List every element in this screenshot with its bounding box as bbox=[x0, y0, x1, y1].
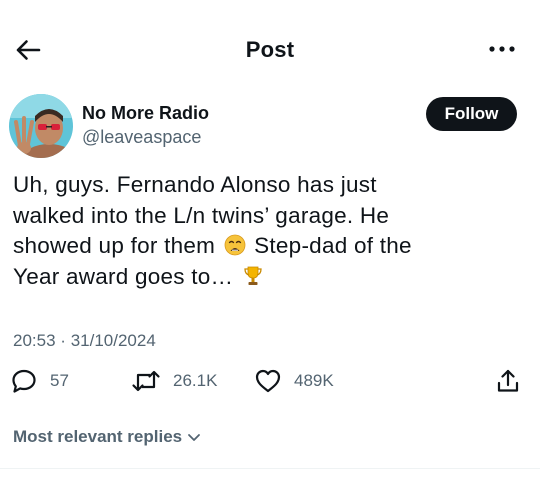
chevron-down-icon bbox=[188, 434, 201, 441]
author-row: No More Radio @leaveaspace Follow bbox=[0, 94, 540, 158]
tweet-line: Year award goes to… bbox=[13, 262, 528, 293]
weary-face-emoji bbox=[224, 234, 246, 256]
tweet-line: walked into the L/n twins’ garage. He bbox=[13, 202, 390, 228]
repost-count: 26.1K bbox=[173, 371, 218, 390]
reply-count: 57 bbox=[50, 371, 69, 390]
avatar[interactable] bbox=[9, 94, 73, 158]
reply-button[interactable]: 57 bbox=[10, 364, 69, 398]
page-title: Post bbox=[245, 37, 295, 62]
display-name[interactable]: No More Radio bbox=[82, 103, 209, 124]
tweet-segment: showed up for them bbox=[13, 233, 216, 258]
tweet-segment: Year award goes to… bbox=[13, 263, 234, 289]
tweet-line: Uh, guys. Fernando Alonso has just bbox=[13, 172, 377, 197]
replies-sort-dropdown[interactable]: Most relevant replies bbox=[13, 427, 203, 447]
repost-icon bbox=[132, 370, 160, 392]
meta-separator: · bbox=[60, 331, 66, 350]
post-header: Post bbox=[0, 0, 540, 100]
tweet-time: 20:53 bbox=[13, 331, 56, 350]
like-count: 489K bbox=[294, 371, 334, 390]
repost-button[interactable]: 26.1K bbox=[131, 364, 217, 398]
more-options-button[interactable] bbox=[484, 36, 520, 62]
divider bbox=[0, 468, 540, 469]
share-icon bbox=[497, 369, 519, 392]
tweet-date: 31/10/2024 bbox=[70, 331, 156, 350]
tweet-line: showed up for them Step-dad of the bbox=[13, 231, 528, 262]
like-button[interactable]: 489K bbox=[254, 364, 334, 398]
tweet-timestamp[interactable]: 20:53 · 31/10/2024 bbox=[13, 331, 156, 351]
tweet-segment: Step-dad of the bbox=[254, 233, 412, 258]
reply-icon bbox=[12, 369, 36, 393]
replies-sort-label: Most relevant replies bbox=[13, 427, 183, 446]
user-handle[interactable]: @leaveaspace bbox=[82, 127, 201, 148]
action-bar: 57 26.1K 489K bbox=[0, 364, 540, 398]
trophy-emoji bbox=[242, 265, 264, 287]
share-button[interactable] bbox=[494, 364, 522, 398]
more-horizontal-icon bbox=[489, 46, 515, 52]
tweet-text: Uh, guys. Fernando Alonso has just walke… bbox=[13, 170, 528, 292]
heart-icon bbox=[255, 369, 281, 393]
follow-button[interactable]: Follow bbox=[426, 97, 517, 131]
